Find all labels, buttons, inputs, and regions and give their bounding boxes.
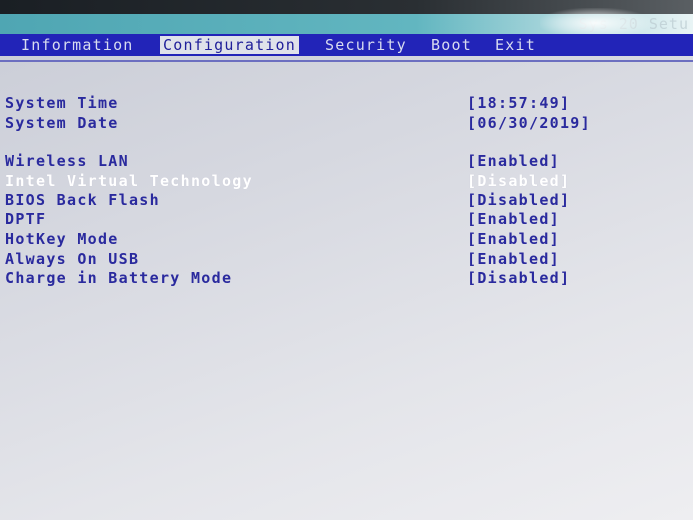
setting-charge-in-battery-mode[interactable]: Charge in Battery Mode [Disabled] bbox=[0, 269, 693, 288]
setting-system-date[interactable]: System Date [06/30/2019] bbox=[0, 114, 693, 133]
setting-always-on-usb[interactable]: Always On USB [Enabled] bbox=[0, 250, 693, 269]
setting-value[interactable]: [Enabled] bbox=[467, 230, 560, 248]
settings-panel: System Time [18:57:49] System Date [06/3… bbox=[0, 60, 693, 520]
setting-value[interactable]: [Enabled] bbox=[467, 250, 560, 268]
setting-hotkey-mode[interactable]: HotKey Mode [Enabled] bbox=[0, 230, 693, 249]
setting-label: Charge in Battery Mode bbox=[5, 269, 233, 287]
setting-bios-back-flash[interactable]: BIOS Back Flash [Disabled] bbox=[0, 191, 693, 210]
setting-value[interactable]: [Disabled] bbox=[467, 269, 570, 287]
setting-value[interactable]: [Disabled] bbox=[467, 191, 570, 209]
setting-label: System Time bbox=[5, 94, 119, 112]
setting-label: Always On USB bbox=[5, 250, 140, 268]
setting-label: Wireless LAN bbox=[5, 152, 129, 170]
setting-wireless-lan[interactable]: Wireless LAN [Enabled] bbox=[0, 152, 693, 171]
setting-label: Intel Virtual Technology bbox=[5, 172, 253, 190]
setting-label: System Date bbox=[5, 114, 119, 132]
tab-boot[interactable]: Boot bbox=[428, 36, 475, 54]
setting-value[interactable]: [18:57:49] bbox=[467, 94, 570, 112]
setting-system-time[interactable]: System Time [18:57:49] bbox=[0, 94, 693, 113]
setting-value[interactable]: [Disabled] bbox=[467, 172, 570, 190]
bios-screen: Sys 20 Setu Information Configuration Se… bbox=[0, 0, 693, 520]
setting-dptf[interactable]: DPTF [Enabled] bbox=[0, 210, 693, 229]
tab-exit[interactable]: Exit bbox=[492, 36, 539, 54]
setting-value[interactable]: [06/30/2019] bbox=[467, 114, 591, 132]
tab-information[interactable]: Information bbox=[18, 36, 137, 54]
setting-value[interactable]: [Enabled] bbox=[467, 210, 560, 228]
menu-bar: Information Configuration Security Boot … bbox=[0, 34, 693, 56]
setting-label: HotKey Mode bbox=[5, 230, 119, 248]
setting-label: DPTF bbox=[5, 210, 47, 228]
tab-configuration[interactable]: Configuration bbox=[160, 36, 299, 54]
setting-label: BIOS Back Flash bbox=[5, 191, 160, 209]
setting-value[interactable]: [Enabled] bbox=[467, 152, 560, 170]
tab-security[interactable]: Security bbox=[322, 36, 410, 54]
setting-intel-virtual-technology[interactable]: Intel Virtual Technology [Disabled] bbox=[0, 172, 693, 191]
